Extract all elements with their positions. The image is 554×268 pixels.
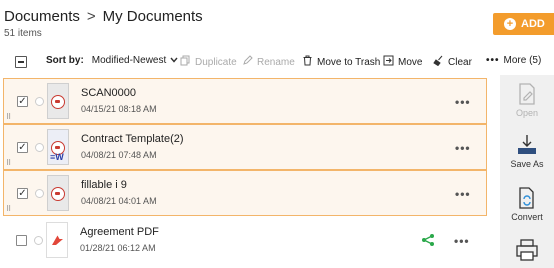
file-thumbnail[interactable] xyxy=(47,83,69,119)
file-date: 01/28/21 06:12 AM xyxy=(80,243,156,253)
row-radio[interactable] xyxy=(35,189,44,198)
file-name[interactable]: Contract Template(2) xyxy=(81,133,184,145)
breadcrumb-separator: > xyxy=(86,8,96,25)
row-radio[interactable] xyxy=(35,97,44,106)
row-checkbox[interactable]: ✓ xyxy=(17,142,28,153)
file-date: 04/15/21 08:18 AM xyxy=(81,104,157,114)
action-sidebar: Open Save As Convert xyxy=(500,75,554,268)
printer-icon xyxy=(516,239,538,261)
breadcrumb: Documents > My Documents xyxy=(4,8,203,25)
file-thumbnail[interactable] xyxy=(47,175,69,211)
plus-circle-icon: + xyxy=(504,18,516,30)
pencil-icon xyxy=(242,55,253,69)
item-count: 51 items xyxy=(4,28,42,39)
share-icon[interactable] xyxy=(421,233,435,247)
rename-label: Rename xyxy=(257,56,295,68)
more-horizontal-icon: ••• xyxy=(486,55,500,66)
more-horizontal-icon[interactable]: ••• xyxy=(454,234,470,248)
file-date: 04/08/21 07:48 AM xyxy=(81,150,157,160)
add-button-label: ADD xyxy=(521,18,545,30)
convert-action[interactable]: Convert xyxy=(500,187,554,222)
file-name[interactable]: SCAN0000 xyxy=(81,87,136,99)
file-thumbnail[interactable]: ≡W xyxy=(47,129,69,165)
convert-icon xyxy=(519,187,534,209)
row-checkbox[interactable]: ✓ xyxy=(17,188,28,199)
toolbar: Sort by: Modified-Newest Duplicate Renam… xyxy=(0,49,541,75)
drag-handle-icon[interactable]: ⠿ xyxy=(6,160,11,167)
file-name[interactable]: fillable i 9 xyxy=(81,179,127,191)
move-button[interactable]: Move xyxy=(383,55,422,69)
move-icon xyxy=(383,55,394,69)
page-header: Documents > My Documents 51 items + ADD xyxy=(0,0,554,44)
more-horizontal-icon[interactable]: ••• xyxy=(455,95,471,109)
clear-button[interactable]: Clear xyxy=(433,55,472,69)
breadcrumb-documents[interactable]: Documents xyxy=(4,8,80,25)
download-icon xyxy=(518,135,536,154)
file-row[interactable]: ✓ ⠿ fillable i 9 04/08/21 04:01 AM ••• xyxy=(3,170,487,216)
duplicate-icon xyxy=(180,55,191,69)
more-actions-label: More (5) xyxy=(503,55,542,66)
convert-label: Convert xyxy=(511,212,543,222)
save-as-action[interactable]: Save As xyxy=(500,134,554,169)
broom-icon xyxy=(433,55,444,69)
more-actions-button[interactable]: ••• More (5) xyxy=(486,55,541,66)
move-to-trash-label: Move to Trash xyxy=(317,56,381,68)
drag-handle-icon[interactable]: ⠿ xyxy=(6,114,11,121)
duplicate-button[interactable]: Duplicate xyxy=(180,55,237,69)
file-row[interactable]: ✓ ⠿ ≡W Contract Template(2) 04/08/21 07:… xyxy=(3,124,487,170)
duplicate-label: Duplicate xyxy=(195,56,237,68)
open-icon xyxy=(519,83,535,105)
chevron-down-icon xyxy=(170,55,178,66)
sort-by-value: Modified-Newest xyxy=(91,55,167,66)
sort-by-label: Sort by: xyxy=(46,55,84,66)
clear-label: Clear xyxy=(448,56,472,68)
file-date: 04/08/21 04:01 AM xyxy=(81,196,157,206)
move-to-trash-button[interactable]: Move to Trash xyxy=(302,55,380,69)
trash-icon xyxy=(302,55,313,69)
drag-handle-icon[interactable]: ⠿ xyxy=(6,206,11,213)
breadcrumb-my-documents: My Documents xyxy=(102,8,203,25)
more-horizontal-icon[interactable]: ••• xyxy=(455,141,471,155)
open-label: Open xyxy=(515,108,539,118)
file-row[interactable]: ✓ ⠿ SCAN0000 04/15/21 08:18 AM ••• xyxy=(3,78,487,124)
file-row[interactable]: Agreement PDF 01/28/21 06:12 AM ••• xyxy=(3,218,487,264)
row-checkbox[interactable]: ✓ xyxy=(17,96,28,107)
move-label: Move xyxy=(398,56,423,68)
open-action[interactable]: Open xyxy=(500,83,554,118)
file-thumbnail[interactable] xyxy=(46,222,68,258)
pdf-icon xyxy=(52,235,63,245)
print-action[interactable] xyxy=(500,239,554,264)
rename-button[interactable]: Rename xyxy=(242,55,295,69)
add-button[interactable]: + ADD xyxy=(493,13,554,35)
select-all-checkbox[interactable] xyxy=(15,56,27,68)
row-radio[interactable] xyxy=(34,236,43,245)
file-name[interactable]: Agreement PDF xyxy=(80,226,159,238)
row-radio[interactable] xyxy=(35,143,44,152)
save-as-label: Save As xyxy=(510,159,544,169)
sort-by-control[interactable]: Sort by: Modified-Newest xyxy=(46,55,178,66)
more-horizontal-icon[interactable]: ••• xyxy=(455,187,471,201)
row-checkbox[interactable] xyxy=(16,235,27,246)
